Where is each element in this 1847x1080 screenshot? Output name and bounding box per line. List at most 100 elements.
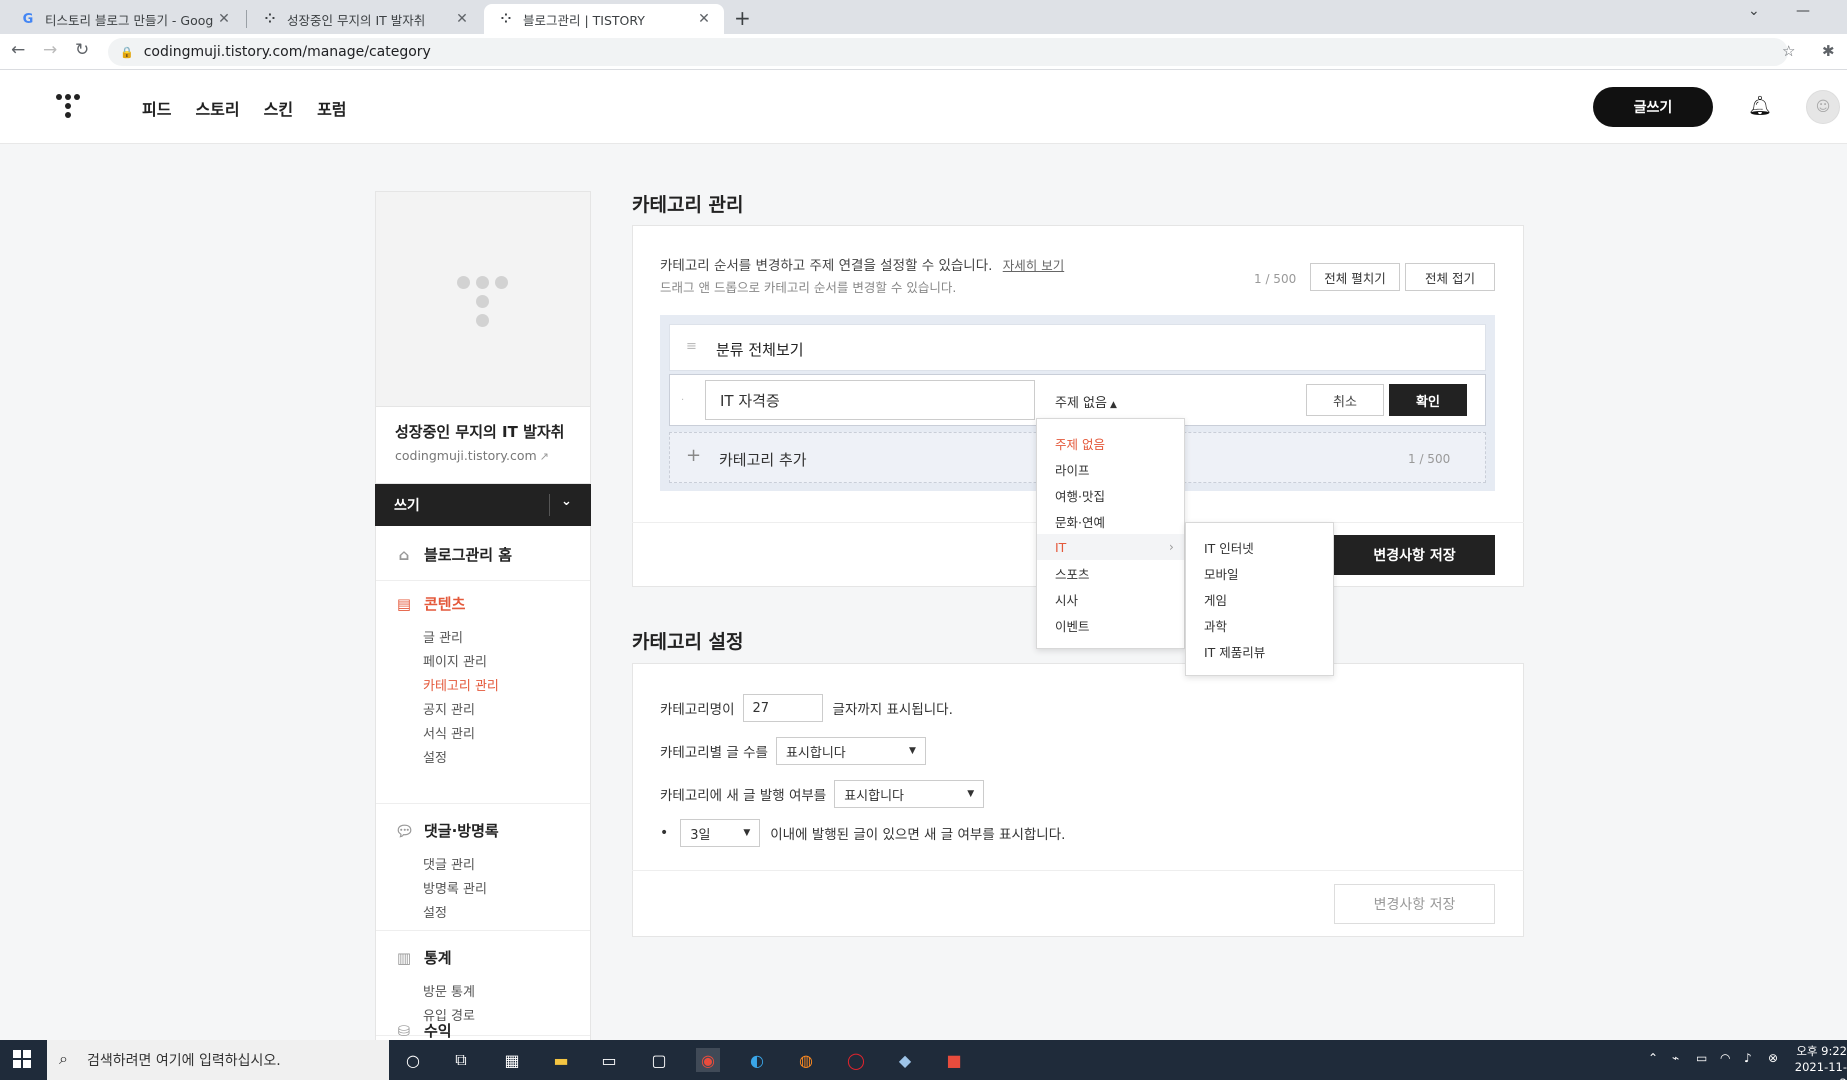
sidebar-item-stats[interactable]: ▥ 통계 — [395, 947, 452, 968]
notification-icon[interactable]: ⊗ — [1768, 1051, 1778, 1065]
save-changes-button[interactable]: 변경사항 저장 — [1334, 535, 1495, 575]
collapse-all-button[interactable]: 전체 접기 — [1405, 263, 1495, 291]
reload-icon[interactable]: ↻ — [75, 40, 89, 60]
sidebar-sub-post-manage[interactable]: 글 관리 — [423, 627, 463, 646]
topic-option-travel[interactable]: 여행·맛집 — [1037, 482, 1184, 508]
nav-story[interactable]: 스토리 — [195, 96, 239, 120]
tistory-logo-icon[interactable] — [56, 94, 84, 124]
blog-url-link[interactable]: codingmuji.tistory.com ↗ — [395, 448, 571, 463]
app-icon[interactable]: ◆ — [893, 1048, 917, 1072]
back-icon[interactable]: ← — [11, 40, 25, 60]
sidebar-item-revenue[interactable]: ⛁ 수익 — [395, 1020, 452, 1041]
browser-tab-blog[interactable]: ⁘ 성장중인 무지의 IT 발자취 ✕ — [248, 4, 482, 34]
extensions-icon[interactable]: ✱ — [1822, 42, 1835, 60]
network-icon[interactable]: ⌁ — [1672, 1051, 1679, 1065]
nav-feed[interactable]: 피드 — [142, 96, 171, 120]
sidebar-sub-template-manage[interactable]: 서식 관리 — [423, 723, 475, 742]
edge-icon[interactable]: ◐ — [745, 1048, 769, 1072]
avatar[interactable]: ☺ — [1806, 90, 1840, 124]
write-post-button[interactable]: 글쓰기 — [1593, 87, 1713, 127]
firefox-icon[interactable]: ◍ — [794, 1048, 818, 1072]
confirm-button[interactable]: 확인 — [1389, 384, 1467, 416]
close-icon[interactable]: ✕ — [696, 11, 712, 27]
forward-icon[interactable]: → — [43, 40, 57, 60]
browser-tab-manage[interactable]: ⁘ 블로그관리 | TISTORY ✕ — [484, 4, 724, 34]
taskbar-clock[interactable]: 오후 9:22 2021-11-2 — [1790, 1043, 1847, 1080]
setting-label: 카테고리명이 — [660, 702, 735, 718]
app-icon[interactable]: ▦ — [500, 1048, 524, 1072]
tab-search-icon[interactable]: ⌄ — [1748, 3, 1760, 19]
app-icon[interactable]: ▢ — [647, 1048, 671, 1072]
chevron-down-icon[interactable]: ⌄ — [561, 494, 572, 509]
battery-icon[interactable]: ▭ — [1696, 1051, 1707, 1065]
cancel-button[interactable]: 취소 — [1306, 384, 1384, 416]
chrome-icon[interactable]: ◉ — [696, 1048, 720, 1072]
sidebar-item-home[interactable]: ⌂ 블로그관리 홈 — [395, 544, 512, 565]
nav-skin[interactable]: 스킨 — [264, 96, 293, 120]
lock-icon: 🔒 — [120, 45, 134, 59]
blog-info: 성장중인 무지의 IT 발자취 codingmuji.tistory.com ↗ — [375, 407, 591, 484]
volume-icon[interactable]: ♪ — [1744, 1051, 1752, 1065]
caret-up-icon: ▲ — [1109, 400, 1117, 410]
sidebar-sub-comment-manage[interactable]: 댓글 관리 — [423, 854, 475, 873]
subtopic-option-science[interactable]: 과학 — [1186, 612, 1333, 638]
expand-all-button[interactable]: 전체 펼치기 — [1310, 263, 1400, 291]
taskbar-search-input[interactable]: ⌕ 검색하려면 여기에 입력하십시오. — [47, 1040, 389, 1080]
more-info-link[interactable]: 자세히 보기 — [1003, 258, 1064, 273]
new-post-select[interactable]: 표시합니다 ▼ — [834, 780, 985, 808]
url-field[interactable]: 🔒 codingmuji.tistory.com/manage/category — [108, 38, 1788, 66]
windows-start-icon[interactable] — [13, 1050, 31, 1068]
category-name-input[interactable] — [705, 380, 1035, 420]
sidebar-sub-notice-manage[interactable]: 공지 관리 — [423, 699, 475, 718]
sidebar-item-comments[interactable]: 💬︎ 댓글·방명록 — [395, 820, 499, 841]
subtopic-option-review[interactable]: IT 제품리뷰 — [1186, 638, 1333, 664]
sidebar-sub-content-settings[interactable]: 설정 — [423, 747, 447, 766]
topic-option-news[interactable]: 시사 — [1037, 586, 1184, 612]
name-length-input[interactable]: 27 — [742, 694, 823, 722]
sidebar-item-label: 수익 — [424, 1022, 452, 1040]
topic-option-it[interactable]: IT › — [1037, 534, 1184, 560]
bell-icon[interactable]: 🔔︎ — [1748, 94, 1772, 117]
topic-select[interactable]: 주제 없음 ▲ — [1055, 392, 1117, 411]
close-icon[interactable]: ✕ — [216, 11, 232, 27]
sidebar-item-label: 콘텐츠 — [424, 595, 466, 613]
sidebar-sub-comment-settings[interactable]: 설정 — [423, 902, 447, 921]
terminal-icon[interactable]: ▭ — [597, 1048, 621, 1072]
topic-option-event[interactable]: 이벤트 — [1037, 612, 1184, 638]
sidebar-sub-visit-stats[interactable]: 방문 통계 — [423, 981, 475, 1000]
sidebar-sub-page-manage[interactable]: 페이지 관리 — [423, 651, 487, 670]
bookmark-star-icon[interactable]: ☆ — [1782, 42, 1795, 60]
topic-option-none[interactable]: 주제 없음 — [1037, 430, 1184, 456]
file-explorer-icon[interactable]: ▬ — [549, 1048, 573, 1072]
sidebar-item-content[interactable]: ▤ 콘텐츠 — [395, 593, 466, 614]
new-tab-icon[interactable]: + — [734, 6, 751, 30]
sidebar-sub-guestbook-manage[interactable]: 방명록 관리 — [423, 878, 487, 897]
wifi-icon[interactable]: ◠ — [1720, 1051, 1730, 1065]
new-days-select[interactable]: 3일 ▼ — [680, 819, 761, 847]
app-icon[interactable]: ■ — [942, 1048, 966, 1072]
sidebar-sub-category-manage[interactable]: 카테고리 관리 — [423, 675, 499, 694]
category-row-all[interactable]: ≡ 분류 전체보기 — [669, 324, 1486, 371]
category-count: 1 / 500 — [1254, 272, 1297, 286]
opera-icon[interactable]: ◯ — [844, 1048, 868, 1072]
minimize-icon[interactable]: — — [1796, 3, 1810, 19]
topic-option-life[interactable]: 라이프 — [1037, 456, 1184, 482]
close-icon[interactable]: ✕ — [454, 11, 470, 27]
tray-chevron-icon[interactable]: ⌃ — [1648, 1051, 1658, 1065]
drag-handle-icon[interactable]: ≡ — [686, 339, 697, 354]
subtopic-option-mobile[interactable]: 모바일 — [1186, 560, 1333, 586]
cortana-icon[interactable]: ○ — [401, 1048, 425, 1072]
drag-handle-icon[interactable]: · — [681, 395, 684, 406]
nav-forum[interactable]: 포럼 — [317, 96, 346, 120]
subtopic-option-internet[interactable]: IT 인터넷 — [1186, 534, 1333, 560]
external-link-icon: ↗ — [539, 450, 549, 463]
topic-option-culture[interactable]: 문화·연예 — [1037, 508, 1184, 534]
topic-option-sports[interactable]: 스포츠 — [1037, 560, 1184, 586]
address-bar: ← → ↻ 🔒 codingmuji.tistory.com/manage/ca… — [0, 34, 1847, 70]
subtopic-option-game[interactable]: 게임 — [1186, 586, 1333, 612]
task-view-icon[interactable]: ⧉ — [449, 1048, 473, 1072]
post-count-select[interactable]: 표시합니다 ▼ — [775, 737, 926, 765]
browser-tab-google[interactable]: G 티스토리 블로그 만들기 - Goog ✕ — [6, 4, 244, 34]
settings-save-button[interactable]: 변경사항 저장 — [1334, 884, 1495, 924]
sidebar-write-button[interactable]: 쓰기 ⌄ — [375, 484, 591, 526]
